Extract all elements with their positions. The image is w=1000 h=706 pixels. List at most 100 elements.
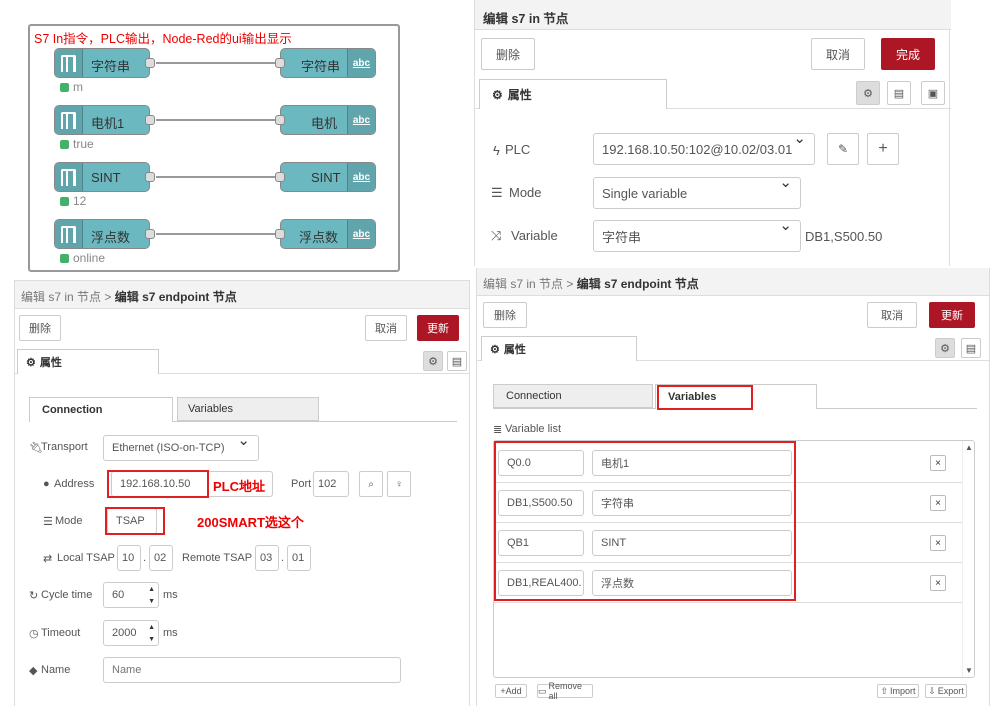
port-label: Port: [291, 478, 312, 490]
remote-tsap-input-1[interactable]: 03: [255, 545, 279, 571]
text-abc-icon: abc: [347, 220, 375, 248]
status-dot-icon: [60, 140, 69, 149]
delete-button[interactable]: 删除: [481, 38, 535, 70]
input-port[interactable]: [275, 115, 285, 125]
name-input[interactable]: [103, 657, 401, 683]
spinner-arrows-icon: ▲ ▼: [148, 624, 155, 643]
s7-in-node-string[interactable]: 字符串: [54, 48, 155, 78]
breadcrumb-current: 编辑 s7 endpoint 节点: [114, 290, 237, 304]
address-annotation: PLC地址: [213, 479, 266, 494]
delete-button[interactable]: 删除: [19, 315, 61, 341]
transport-label: Transport: [41, 441, 88, 453]
settings-tab-icon[interactable]: ⚙: [856, 81, 880, 105]
tab-connection[interactable]: Connection: [29, 397, 173, 422]
input-port[interactable]: [275, 229, 285, 239]
remove-row-close-icon[interactable]: ×: [930, 575, 946, 591]
cycle-time-spinner[interactable]: 60 ▲ ▼: [103, 582, 159, 608]
spinner-arrows-icon: ▲ ▼: [148, 586, 155, 605]
export-button[interactable]: ⇩ Export: [925, 684, 967, 698]
ui-text-node-float[interactable]: 浮点数 abc: [275, 219, 376, 249]
description-tab-icon[interactable]: ▤: [887, 81, 911, 105]
node-label: SINT: [311, 170, 341, 185]
ui-text-node-string[interactable]: 字符串 abc: [275, 48, 376, 78]
timeout-spinner[interactable]: 2000 ▲ ▼: [103, 620, 159, 646]
mode-select[interactable]: Single variable: [593, 177, 801, 209]
remote-tsap-input-2[interactable]: 01: [287, 545, 311, 571]
output-port[interactable]: [145, 115, 155, 125]
done-button[interactable]: 完成: [881, 38, 935, 70]
wire[interactable]: [156, 62, 282, 64]
port-input[interactable]: 102: [313, 471, 349, 497]
address-label: Address: [54, 478, 95, 490]
wire[interactable]: [156, 233, 282, 235]
input-port[interactable]: [275, 58, 285, 68]
update-button[interactable]: 更新: [929, 302, 975, 328]
breadcrumb-parent[interactable]: 编辑 s7 in 节点: [21, 290, 101, 304]
variable-select[interactable]: 字符串: [593, 220, 801, 252]
description-tab-icon[interactable]: ▤: [961, 338, 981, 358]
tab-properties[interactable]: ⚙ 属性: [481, 336, 637, 361]
cancel-button[interactable]: 取消: [365, 315, 407, 341]
variable-list[interactable]: ▲ ▼ Q0.0 电机1 × DB1,S500.50 字符串 × QB1 SIN…: [493, 440, 975, 678]
output-port[interactable]: [145, 229, 155, 239]
node-status: true: [60, 137, 94, 151]
flow-canvas: S7 In指令，PLC输出，Node-Red的ui输出显示 字符串 字符串 ab…: [28, 24, 400, 272]
import-button[interactable]: ⇧ Import: [877, 684, 919, 698]
text-abc-icon: abc: [347, 163, 375, 191]
ui-text-node-sint[interactable]: SINT abc: [275, 162, 376, 192]
breadcrumb-parent[interactable]: 编辑 s7 in 节点: [483, 277, 563, 291]
tab-properties[interactable]: ⚙ 属性: [17, 349, 159, 374]
delete-button[interactable]: 删除: [483, 302, 527, 328]
tab-variables[interactable]: Variables: [177, 397, 319, 421]
remove-row-close-icon[interactable]: ×: [930, 535, 946, 551]
s7-in-node-sint[interactable]: SINT: [54, 162, 155, 192]
wire[interactable]: [156, 119, 282, 121]
s7-in-node-motor[interactable]: 电机1: [54, 105, 155, 135]
local-tsap-label: Local TSAP: [57, 552, 115, 564]
mode-label: Mode: [509, 185, 542, 200]
mode-annotation: 200SMART选这个: [197, 515, 304, 530]
transport-select[interactable]: Ethernet (ISO-on-TCP): [103, 435, 259, 461]
bolt-icon: ϟ: [493, 143, 500, 158]
variable-list-highlight: [494, 441, 796, 601]
s7-in-node-float[interactable]: 浮点数: [54, 219, 155, 249]
sliders-icon: ☰: [491, 185, 503, 200]
scrollbar[interactable]: ▲ ▼: [962, 441, 974, 677]
name-label: Name: [41, 664, 71, 676]
settings-tab-icon[interactable]: ⚙: [423, 351, 443, 371]
trash-icon: ▭: [538, 685, 547, 696]
address-highlight: [107, 470, 209, 498]
search-icon[interactable]: ⌕: [359, 471, 383, 497]
add-button[interactable]: +Add: [495, 684, 527, 698]
update-button[interactable]: 更新: [417, 315, 459, 341]
pulse-icon: [55, 49, 83, 77]
cancel-button[interactable]: 取消: [867, 302, 917, 328]
cycle-time-label: Cycle time: [41, 589, 93, 601]
output-port[interactable]: [145, 172, 155, 182]
local-tsap-input-1[interactable]: 10: [117, 545, 141, 571]
tab-connection[interactable]: Connection: [493, 384, 653, 408]
input-port[interactable]: [275, 172, 285, 182]
node-label: 浮点数: [91, 230, 131, 245]
tab-properties[interactable]: ⚙ 属性: [479, 79, 667, 109]
edit-pencil-icon[interactable]: ✎: [827, 133, 859, 165]
wire[interactable]: [156, 176, 282, 178]
cancel-button[interactable]: 取消: [811, 38, 865, 70]
remove-row-close-icon[interactable]: ×: [930, 495, 946, 511]
remove-row-close-icon[interactable]: ×: [930, 455, 946, 471]
plc-select[interactable]: 192.168.10.50:102@10.02/03.01: [593, 133, 815, 165]
variable-address: DB1,S500.50: [805, 229, 883, 244]
lightbulb-icon[interactable]: ♀: [387, 471, 411, 497]
settings-tab-icon[interactable]: ⚙: [935, 338, 955, 358]
scroll-down-icon: ▼: [965, 666, 973, 675]
appearance-tab-icon[interactable]: ▣: [921, 81, 945, 105]
ui-text-node-motor[interactable]: 电机 abc: [275, 105, 376, 135]
description-tab-icon[interactable]: ▤: [447, 351, 467, 371]
node-status: m: [60, 80, 83, 94]
refresh-icon: ↻: [29, 590, 39, 602]
add-plus-icon[interactable]: +: [867, 133, 899, 165]
local-tsap-input-2[interactable]: 02: [149, 545, 173, 571]
output-port[interactable]: [145, 58, 155, 68]
text-abc-icon: abc: [347, 106, 375, 134]
remove-all-button[interactable]: ▭ Remove all: [537, 681, 593, 701]
